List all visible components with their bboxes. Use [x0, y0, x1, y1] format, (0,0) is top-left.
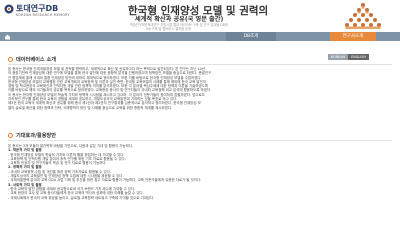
logo-subtitle: KOREAN RESEARCH MEMORY: [16, 13, 70, 17]
site-header: 토대연구DB KOREAN RESEARCH MEMORY 한국형 인재양성 모…: [0, 0, 400, 32]
divider: [8, 64, 392, 65]
people-pyramid-icon: [345, 3, 381, 29]
section-heading-expected-effects: 기대효과/활용방안: [8, 133, 392, 139]
tab-research-intro[interactable]: 연구사소개: [330, 32, 376, 41]
expected-effects-body: 본 총서는 3개 모듈의 발간목적 바탕을 기반으로, 다음과 같은 기대 및 …: [8, 144, 392, 200]
section-heading-text: 기대효과/활용방안: [16, 133, 57, 139]
site-logo[interactable]: 토대연구DB KOREAN RESEARCH MEMORY: [4, 3, 74, 25]
circle-bullet-icon: [8, 133, 13, 138]
home-icon[interactable]: [4, 32, 11, 41]
body-line: - 국제사회에서 한국의 교육 위상을 높이고, 글로벌 교육협력 네트워크 구…: [8, 195, 155, 200]
section-heading-db-intro: 데이터베이스 소개: [8, 57, 392, 63]
logo-mark-icon: [4, 4, 14, 14]
db-intro-body: 본 총서는 한국형 인재개발양성 모델 및 권력을 협력하고, 세계적으로 확산…: [8, 67, 392, 110]
tab-db[interactable]: DB조개: [226, 32, 276, 41]
circle-bullet-icon: [8, 57, 13, 62]
body-line: 델의 글로벌 확산을 위한 정책과 전략, 국제협력의 방안 및 사례를 중심으…: [8, 105, 173, 110]
main-navigation: DB조개 연구사소개: [0, 32, 400, 41]
divider: [8, 140, 392, 141]
section-heading-text: 데이터베이스 소개: [16, 57, 56, 63]
header-subtext-2: DB 구축 및 웹서비스 결과물 공개: [146, 27, 191, 31]
language-switch: KOREAN ENGLISH: [328, 43, 369, 60]
